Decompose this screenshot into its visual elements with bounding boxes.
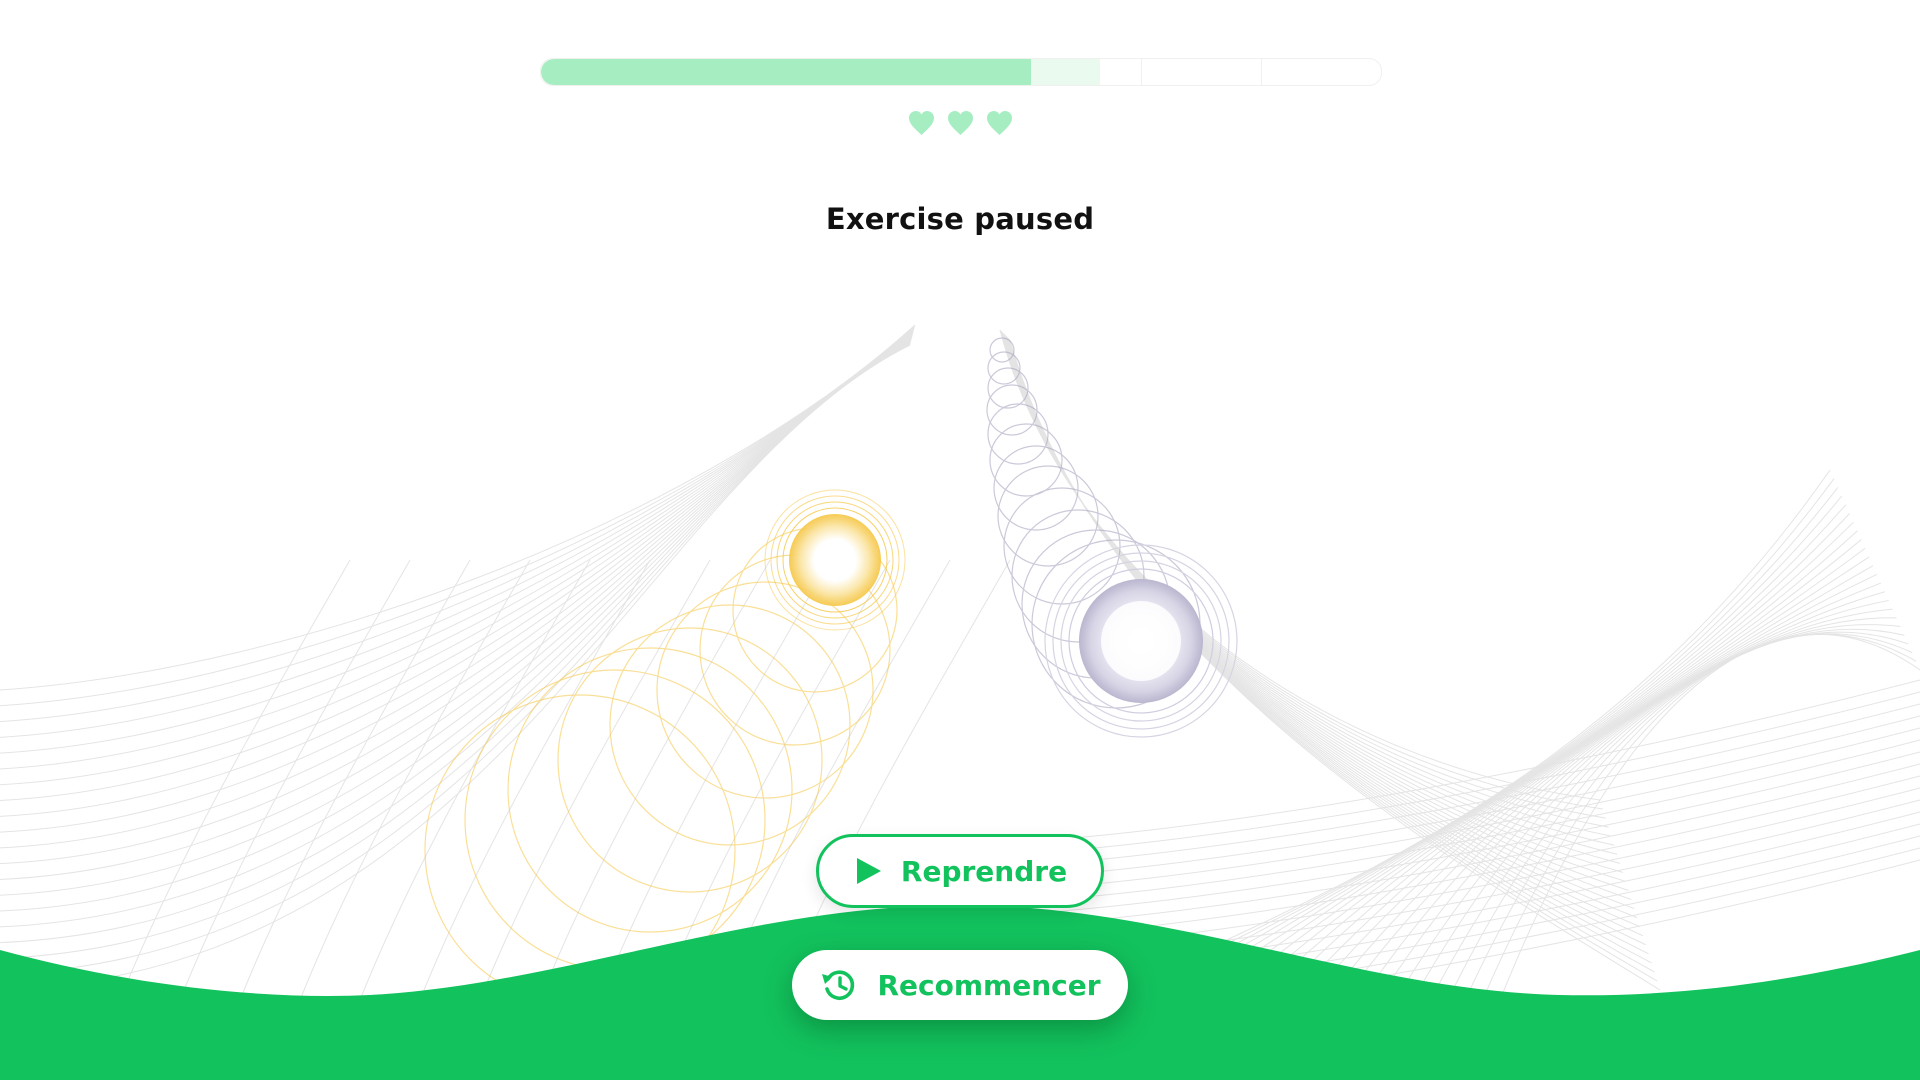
heart-icon: [908, 110, 935, 136]
background-illustration: [0, 324, 1920, 1080]
resume-button[interactable]: Reprendre: [816, 834, 1104, 908]
restart-button[interactable]: Recommencer: [792, 950, 1128, 1020]
exercise-pause-screen: Exercise paused Reprendre Recommencer: [0, 0, 1920, 1080]
play-icon: [853, 856, 883, 886]
progress-current-segment: [1030, 59, 1101, 85]
heart-icon: [986, 110, 1013, 136]
resume-label: Reprendre: [900, 854, 1068, 888]
heart-icon: [947, 110, 974, 136]
left-orb: [764, 489, 906, 631]
lesson-progress-bar: [540, 58, 1382, 86]
restart-icon: [819, 965, 859, 1005]
progress-segment-divider: [1261, 59, 1262, 85]
restart-label: Recommencer: [877, 968, 1101, 1002]
lives-indicator: [0, 110, 1920, 136]
page-title: Exercise paused: [825, 202, 1095, 236]
progress-segment-divider: [1141, 59, 1142, 85]
progress-fill: [541, 59, 1031, 85]
